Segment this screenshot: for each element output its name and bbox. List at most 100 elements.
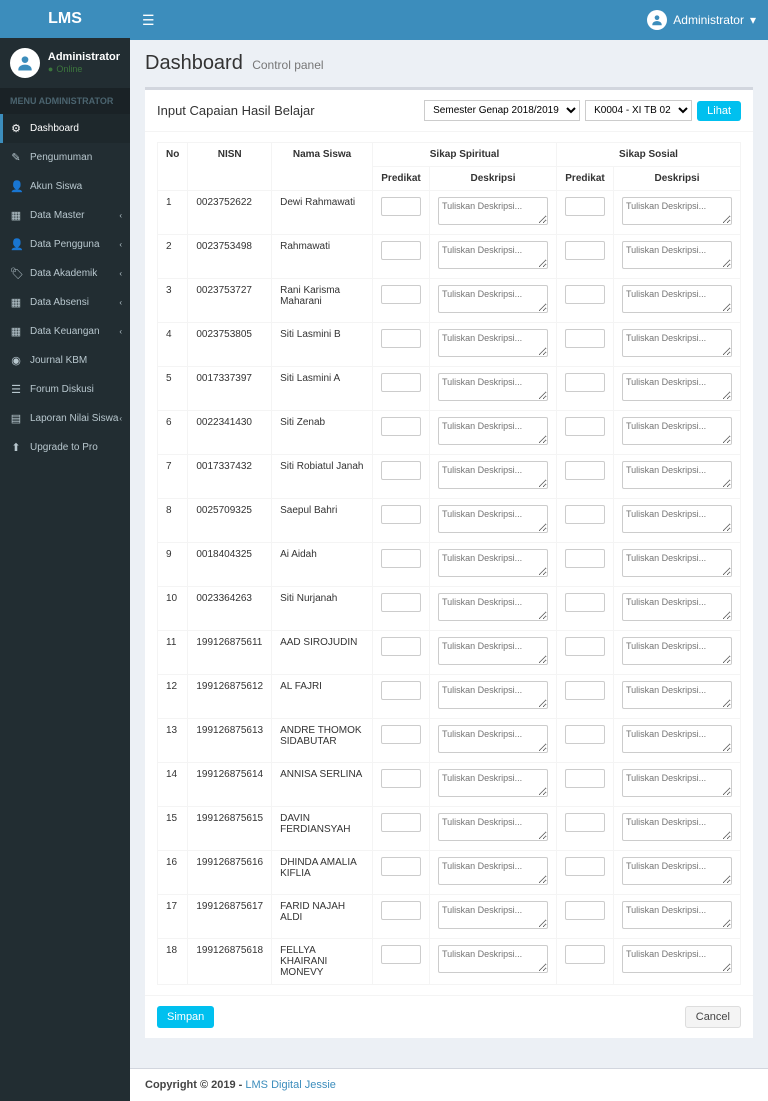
deskripsi-spiritual-textarea[interactable]	[438, 241, 548, 269]
predikat-spiritual-input[interactable]	[381, 197, 421, 216]
deskripsi-sosial-textarea[interactable]	[622, 197, 732, 225]
sidebar-item-akun-siswa[interactable]: 👤Akun Siswa	[0, 172, 130, 201]
predikat-sosial-input[interactable]	[565, 417, 605, 436]
predikat-sosial-input[interactable]	[565, 285, 605, 304]
deskripsi-sosial-textarea[interactable]	[622, 769, 732, 797]
deskripsi-spiritual-textarea[interactable]	[438, 945, 548, 973]
predikat-sosial-input[interactable]	[565, 725, 605, 744]
sidebar-item-dashboard[interactable]: ⚙Dashboard	[0, 114, 130, 143]
predikat-sosial-input[interactable]	[565, 901, 605, 920]
deskripsi-sosial-textarea[interactable]	[622, 329, 732, 357]
deskripsi-sosial-textarea[interactable]	[622, 593, 732, 621]
predikat-spiritual-input[interactable]	[381, 593, 421, 612]
sidebar-item-data-master[interactable]: ▦Data Master‹	[0, 201, 130, 230]
deskripsi-sosial-textarea[interactable]	[622, 637, 732, 665]
predikat-spiritual-input[interactable]	[381, 857, 421, 876]
predikat-spiritual-input[interactable]	[381, 681, 421, 700]
deskripsi-spiritual-textarea[interactable]	[438, 549, 548, 577]
predikat-sosial-input[interactable]	[565, 637, 605, 656]
predikat-spiritual-input[interactable]	[381, 373, 421, 392]
predikat-sosial-input[interactable]	[565, 549, 605, 568]
deskripsi-sosial-textarea[interactable]	[622, 549, 732, 577]
deskripsi-sosial-textarea[interactable]	[622, 901, 732, 929]
deskripsi-sosial-textarea[interactable]	[622, 725, 732, 753]
predikat-spiritual-input[interactable]	[381, 769, 421, 788]
predikat-sosial-input[interactable]	[565, 241, 605, 260]
predikat-spiritual-input[interactable]	[381, 725, 421, 744]
menu-icon: ⚙	[10, 122, 22, 135]
footer-link[interactable]: LMS Digital Jessie	[245, 1079, 335, 1091]
predikat-spiritual-input[interactable]	[381, 461, 421, 480]
view-button[interactable]: Lihat	[697, 101, 741, 121]
deskripsi-sosial-textarea[interactable]	[622, 945, 732, 973]
predikat-sosial-input[interactable]	[565, 329, 605, 348]
hamburger-icon[interactable]: ☰	[142, 12, 155, 29]
deskripsi-spiritual-textarea[interactable]	[438, 417, 548, 445]
sidebar-item-data-pengguna[interactable]: 👤Data Pengguna‹	[0, 230, 130, 259]
deskripsi-spiritual-textarea[interactable]	[438, 769, 548, 797]
nav-user-menu[interactable]: Administrator ▾	[647, 10, 756, 30]
cell-predikat	[557, 367, 614, 411]
sidebar-item-data-akademik[interactable]: 🏷Data Akademik‹	[0, 259, 130, 288]
deskripsi-spiritual-textarea[interactable]	[438, 505, 548, 533]
predikat-spiritual-input[interactable]	[381, 637, 421, 656]
sidebar-item-data-keuangan[interactable]: ▦Data Keuangan‹	[0, 317, 130, 346]
predikat-sosial-input[interactable]	[565, 769, 605, 788]
brand-logo[interactable]: LMS	[0, 0, 130, 38]
deskripsi-spiritual-textarea[interactable]	[438, 901, 548, 929]
cell-predikat	[557, 191, 614, 235]
sidebar-item-forum-diskusi[interactable]: ☰Forum Diskusi	[0, 375, 130, 404]
deskripsi-spiritual-textarea[interactable]	[438, 637, 548, 665]
deskripsi-spiritual-textarea[interactable]	[438, 373, 548, 401]
deskripsi-sosial-textarea[interactable]	[622, 461, 732, 489]
deskripsi-sosial-textarea[interactable]	[622, 813, 732, 841]
deskripsi-spiritual-textarea[interactable]	[438, 461, 548, 489]
predikat-sosial-input[interactable]	[565, 681, 605, 700]
predikat-spiritual-input[interactable]	[381, 549, 421, 568]
deskripsi-spiritual-textarea[interactable]	[438, 813, 548, 841]
deskripsi-spiritual-textarea[interactable]	[438, 857, 548, 885]
predikat-sosial-input[interactable]	[565, 461, 605, 480]
deskripsi-sosial-textarea[interactable]	[622, 241, 732, 269]
deskripsi-sosial-textarea[interactable]	[622, 373, 732, 401]
deskripsi-sosial-textarea[interactable]	[622, 417, 732, 445]
predikat-spiritual-input[interactable]	[381, 813, 421, 832]
sidebar-item-journal-kbm[interactable]: ◉Journal KBM	[0, 346, 130, 375]
deskripsi-sosial-textarea[interactable]	[622, 857, 732, 885]
predikat-sosial-input[interactable]	[565, 813, 605, 832]
predikat-sosial-input[interactable]	[565, 857, 605, 876]
cancel-button[interactable]: Cancel	[685, 1006, 741, 1028]
semester-select[interactable]: Semester Genap 2018/2019	[424, 100, 580, 121]
deskripsi-spiritual-textarea[interactable]	[438, 329, 548, 357]
predikat-spiritual-input[interactable]	[381, 417, 421, 436]
predikat-sosial-input[interactable]	[565, 945, 605, 964]
predikat-spiritual-input[interactable]	[381, 329, 421, 348]
deskripsi-spiritual-textarea[interactable]	[438, 725, 548, 753]
deskripsi-sosial-textarea[interactable]	[622, 505, 732, 533]
predikat-spiritual-input[interactable]	[381, 505, 421, 524]
class-select[interactable]: K0004 - XI TB 02	[585, 100, 692, 121]
predikat-sosial-input[interactable]	[565, 373, 605, 392]
predikat-sosial-input[interactable]	[565, 593, 605, 612]
predikat-spiritual-input[interactable]	[381, 285, 421, 304]
predikat-spiritual-input[interactable]	[381, 945, 421, 964]
sidebar-item-laporan-nilai-siswa[interactable]: ▤Laporan Nilai Siswa‹	[0, 404, 130, 433]
cell-deskripsi	[614, 411, 741, 455]
th-predikat-sosial: Predikat	[557, 167, 614, 191]
predikat-sosial-input[interactable]	[565, 197, 605, 216]
sidebar-item-upgrade-to-pro[interactable]: ⬆Upgrade to Pro	[0, 433, 130, 462]
deskripsi-spiritual-textarea[interactable]	[438, 197, 548, 225]
predikat-spiritual-input[interactable]	[381, 241, 421, 260]
cell-nisn: 199126875614	[188, 763, 272, 807]
deskripsi-spiritual-textarea[interactable]	[438, 593, 548, 621]
deskripsi-spiritual-textarea[interactable]	[438, 285, 548, 313]
sidebar-item-data-absensi[interactable]: ▦Data Absensi‹	[0, 288, 130, 317]
sidebar-item-pengumuman[interactable]: ✎Pengumuman	[0, 143, 130, 172]
predikat-spiritual-input[interactable]	[381, 901, 421, 920]
predikat-sosial-input[interactable]	[565, 505, 605, 524]
sidebar-item-label: Forum Diskusi	[30, 384, 94, 395]
deskripsi-spiritual-textarea[interactable]	[438, 681, 548, 709]
deskripsi-sosial-textarea[interactable]	[622, 285, 732, 313]
deskripsi-sosial-textarea[interactable]	[622, 681, 732, 709]
save-button[interactable]: Simpan	[157, 1006, 214, 1028]
